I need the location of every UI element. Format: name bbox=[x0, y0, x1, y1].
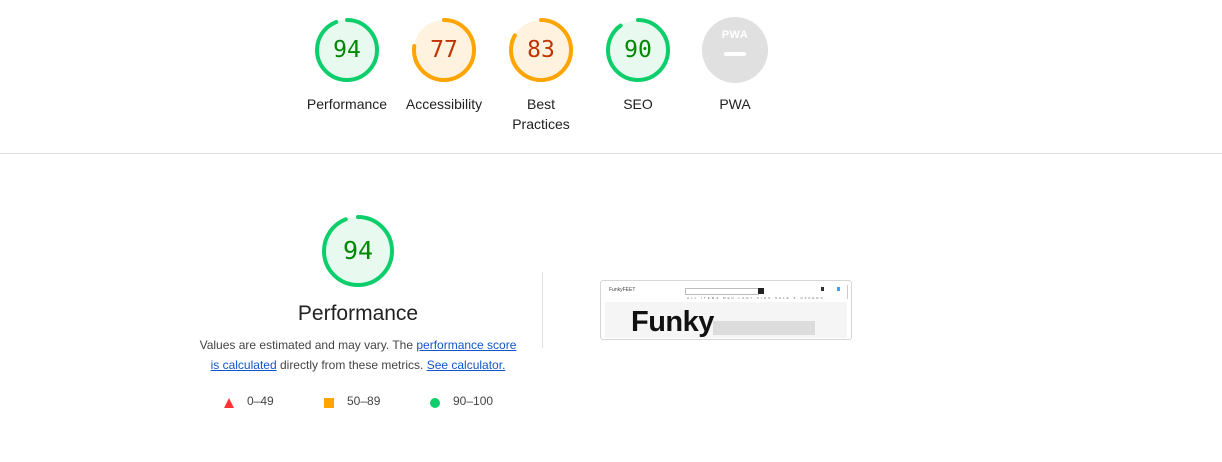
thumb-scrollbar bbox=[847, 285, 848, 299]
gauge-label-line1: Best bbox=[526, 96, 555, 112]
final-screenshot-thumbnail[interactable]: FunkyFEET ALL ITEMS MEN LADY KIDS SALE &… bbox=[600, 280, 852, 340]
circle-icon bbox=[430, 398, 440, 408]
thumb-hero-text: Funky bbox=[631, 306, 714, 338]
thumb-nav: ALL ITEMS MEN LADY KIDS SALE & OFFERS bbox=[687, 296, 825, 300]
thumb-brand: FunkyFEET bbox=[609, 287, 636, 293]
gauge-ring: 77 bbox=[411, 17, 477, 83]
triangle-icon bbox=[224, 398, 234, 408]
pwa-dash-icon bbox=[724, 52, 746, 56]
gauge-seo[interactable]: 90 SEO bbox=[588, 17, 688, 114]
gauge-label: Performance bbox=[306, 96, 388, 112]
legend-range: 90–100 bbox=[453, 394, 494, 408]
pwa-badge-text: PWA bbox=[721, 29, 749, 41]
gauge-label-line2: Practices bbox=[512, 116, 570, 132]
square-icon bbox=[324, 398, 334, 408]
gauge-ring: 94 bbox=[314, 17, 380, 83]
pwa-badge: PWA bbox=[702, 17, 768, 83]
legend-range: 50–89 bbox=[347, 394, 381, 408]
gauge-score: 90 bbox=[624, 37, 652, 63]
thumb-cart-icon bbox=[837, 287, 840, 291]
legend-range: 0–49 bbox=[247, 394, 274, 408]
performance-section: 94 Performance Values are estimated and … bbox=[196, 213, 520, 375]
performance-gauge: 94 bbox=[320, 213, 396, 289]
performance-title: Performance bbox=[297, 302, 419, 325]
see-calculator-link[interactable]: See calculator. bbox=[427, 358, 506, 372]
thumb-search-icon bbox=[758, 288, 764, 294]
gauge-score: 77 bbox=[430, 37, 458, 63]
desc-text: Values are estimated and may vary. The bbox=[199, 338, 417, 352]
gauge-best-practices[interactable]: 83 Best Practices bbox=[491, 17, 591, 134]
desc-text: directly from these metrics. bbox=[276, 358, 427, 372]
gauge-accessibility[interactable]: 77 Accessibility bbox=[394, 17, 494, 114]
gauge-label: PWA bbox=[719, 96, 751, 112]
gauge-pwa[interactable]: PWA PWA bbox=[685, 17, 785, 114]
section-divider bbox=[542, 272, 543, 348]
performance-description: Values are estimated and may vary. The p… bbox=[196, 335, 520, 375]
gauge-label: Best Practices bbox=[491, 94, 591, 134]
gauge-performance[interactable]: 94 Performance bbox=[297, 17, 397, 114]
gauge-ring: 90 bbox=[605, 17, 671, 83]
gauge-score: 94 bbox=[333, 37, 361, 63]
gauge-label: Accessibility bbox=[405, 96, 483, 112]
thumb-search-box bbox=[685, 288, 759, 295]
gauge-score: 83 bbox=[527, 37, 555, 63]
thumb-account-icon bbox=[821, 287, 824, 291]
gauge-label: SEO bbox=[623, 96, 653, 112]
gauge-ring: 83 bbox=[508, 17, 574, 83]
performance-score: 94 bbox=[342, 236, 374, 265]
thumb-hero-placeholder bbox=[713, 321, 815, 335]
score-summary-bar: 94 Performance 77 Accessibility 83 Best … bbox=[0, 0, 1222, 154]
pwa-badge-circle bbox=[702, 17, 768, 83]
